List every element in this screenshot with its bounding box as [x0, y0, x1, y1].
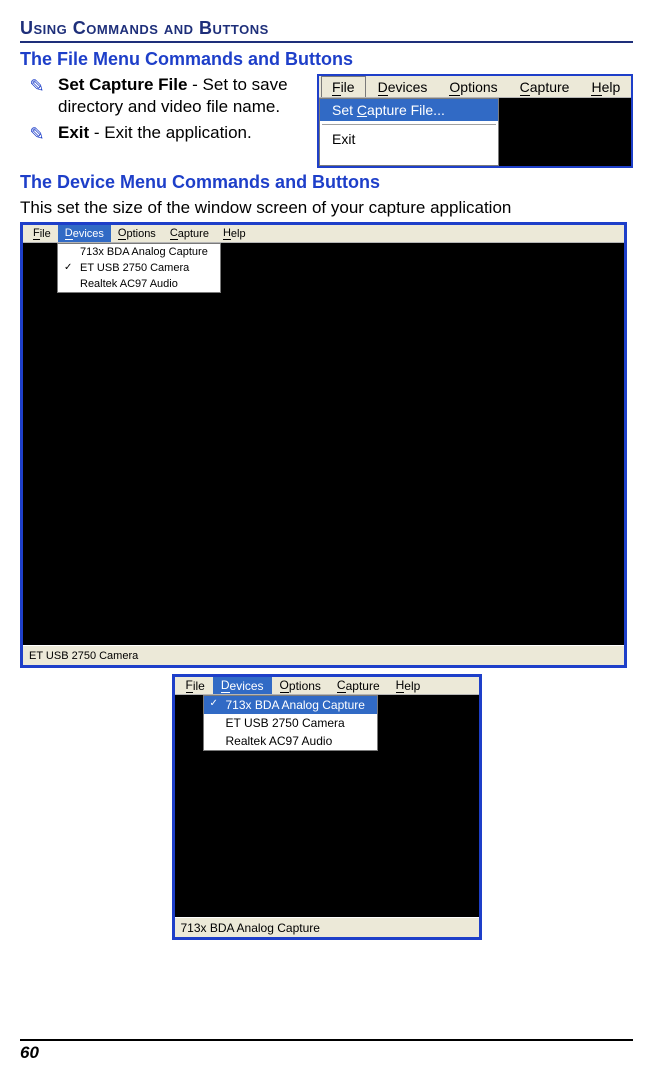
menu-devices[interactable]: Devices [368, 76, 438, 97]
bullet-bold: Exit [58, 123, 89, 142]
menu-item-exit[interactable]: Exit [320, 128, 498, 150]
check-icon: ✓ [210, 698, 218, 709]
menu-capture[interactable]: Capture [510, 76, 580, 97]
device-menu-heading: The Device Menu Commands and Buttons [20, 172, 633, 193]
menu-file[interactable]: File [26, 225, 58, 242]
bullet-text: Set Capture File - Set to save directory… [58, 74, 303, 118]
status-bar: 713x BDA Analog Capture [175, 917, 479, 937]
menu-file[interactable]: File [178, 677, 213, 694]
menu-options[interactable]: Options [272, 677, 329, 694]
menubar: File Devices Options Capture Help [175, 677, 479, 695]
bullet-rest: - Exit the application. [89, 123, 252, 142]
file-menu-heading: The File Menu Commands and Buttons [20, 49, 633, 70]
menu-help[interactable]: Help [581, 76, 630, 97]
page-number: 60 [20, 1043, 39, 1062]
devices-dropdown: ✓713x BDA Analog Capture ET USB 2750 Cam… [203, 695, 378, 751]
bullet-bold: Set Capture File [58, 75, 187, 94]
device-item[interactable]: ✓713x BDA Analog Capture [204, 696, 377, 714]
device-item[interactable]: Realtek AC97 Audio [204, 732, 377, 750]
menu-separator [322, 124, 496, 125]
menu-options[interactable]: Options [111, 225, 163, 242]
device-menu-intro: This set the size of the window screen o… [20, 197, 633, 218]
menu-item-set-capture-file[interactable]: Set Capture File... [320, 99, 498, 121]
page-footer: 60 [20, 1039, 633, 1063]
file-menu-bullets: ✎ Set Capture File - Set to save directo… [20, 74, 303, 151]
menu-devices[interactable]: Devices [213, 677, 272, 694]
app-viewport: 713x BDA Analog Capture ✓ET USB 2750 Cam… [23, 243, 624, 645]
devices-dropdown: 713x BDA Analog Capture ✓ET USB 2750 Cam… [57, 243, 221, 293]
menu-capture[interactable]: Capture [163, 225, 216, 242]
file-menu-screenshot: File Devices Options Capture Help Set Ca… [317, 74, 633, 168]
app-viewport: ✓713x BDA Analog Capture ET USB 2750 Cam… [175, 695, 479, 917]
menu-help[interactable]: Help [388, 677, 429, 694]
menu-file[interactable]: File [321, 76, 366, 97]
bullet-icon: ✎ [26, 123, 48, 146]
menubar: File Devices Options Capture Help [23, 225, 624, 243]
menu-devices[interactable]: Devices [58, 225, 111, 242]
status-bar: ET USB 2750 Camera [23, 645, 624, 665]
device-item[interactable]: Realtek AC97 Audio [58, 276, 220, 292]
bullet-text: Exit - Exit the application. [58, 122, 303, 146]
section-title: Using Commands and Buttons [20, 18, 633, 43]
menu-options[interactable]: Options [439, 76, 507, 97]
device-menu-screenshot-2: File Devices Options Capture Help ✓713x … [172, 674, 482, 940]
device-item[interactable]: 713x BDA Analog Capture [58, 244, 220, 260]
file-dropdown: Set Capture File... Exit [319, 98, 499, 166]
bullet-icon: ✎ [26, 75, 48, 118]
check-icon: ✓ [64, 262, 72, 273]
menu-capture[interactable]: Capture [329, 677, 388, 694]
menu-help[interactable]: Help [216, 225, 253, 242]
device-item[interactable]: ✓ET USB 2750 Camera [58, 260, 220, 276]
device-item[interactable]: ET USB 2750 Camera [204, 714, 377, 732]
menubar: File Devices Options Capture Help [319, 76, 631, 98]
app-viewport [499, 98, 631, 166]
device-menu-screenshot-1: File Devices Options Capture Help 713x B… [20, 222, 627, 668]
